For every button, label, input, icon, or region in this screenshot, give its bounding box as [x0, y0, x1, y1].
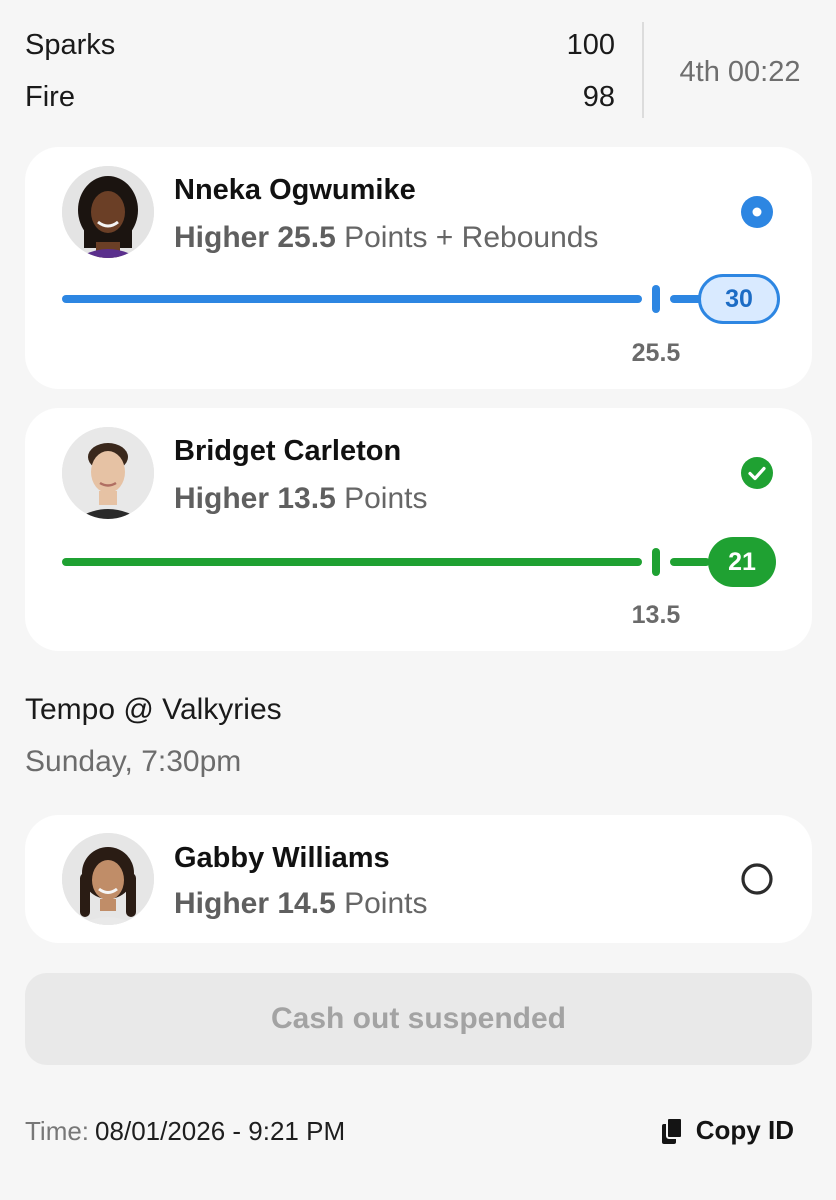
current-stat-bubble: 30	[698, 274, 780, 324]
team-name: Fire	[25, 80, 75, 113]
pick-line-value: 14.5	[277, 887, 336, 920]
pick-line-value: 13.5	[277, 482, 336, 515]
pick-card[interactable]: Nneka Ogwumike Higher 25.5 Points + Rebo…	[25, 147, 812, 389]
pick-line: Higher 25.5 Points + Rebounds	[174, 220, 598, 256]
pick-stat: Points	[344, 482, 428, 515]
time-label: Time:	[25, 1116, 90, 1146]
player-name: Bridget Carleton	[174, 435, 402, 467]
bet-timestamp: Time: 08/01/2026 - 9:21 PM	[25, 1116, 345, 1147]
scoreboard: Sparks 100 Fire 98 4th 00:22	[0, 0, 836, 130]
pick-direction: Higher	[174, 221, 270, 254]
line-marker	[652, 548, 660, 576]
radio-filled-icon	[740, 195, 774, 229]
check-circle-icon	[740, 456, 774, 490]
game-matchup: Tempo @ Valkyries	[25, 693, 282, 726]
line-label: 13.5	[631, 601, 681, 629]
player-avatar	[62, 833, 154, 925]
radio-empty-icon	[740, 862, 774, 896]
team-score: 100	[566, 28, 615, 61]
player-name: Gabby Williams	[174, 842, 390, 874]
team-row: Fire 98	[25, 77, 615, 117]
progress-track	[62, 558, 642, 566]
pick-direction: Higher	[174, 482, 270, 515]
time-value: 08/01/2026 - 9:21 PM	[95, 1116, 346, 1146]
pick-stat: Points	[344, 887, 428, 920]
pick-line: Higher 14.5 Points	[174, 886, 427, 922]
divider	[642, 22, 644, 118]
progress-track-tail	[670, 558, 710, 566]
game-time: Sunday, 7:30pm	[25, 745, 242, 778]
bet-detail-screen: Sparks 100 Fire 98 4th 00:22 Nneka Ogwum…	[0, 0, 836, 1200]
copy-id-label: Copy ID	[695, 1115, 794, 1145]
line-marker	[652, 285, 660, 313]
team-name: Sparks	[25, 28, 116, 61]
copy-icon	[661, 1116, 684, 1144]
pick-stat: Points + Rebounds	[344, 221, 599, 254]
current-stat-bubble: 21	[708, 537, 776, 587]
cash-out-button[interactable]: Cash out suspended	[25, 973, 812, 1065]
pick-card[interactable]: Bridget Carleton Higher 13.5 Points 21 1…	[25, 408, 812, 651]
pick-direction: Higher	[174, 887, 270, 920]
player-avatar	[62, 166, 154, 258]
progress-track	[62, 295, 642, 303]
pick-line-value: 25.5	[277, 221, 336, 254]
team-row: Sparks 100	[25, 25, 615, 65]
team-score: 98	[582, 80, 615, 113]
game-clock: 4th 00:22	[679, 56, 801, 88]
pick-card[interactable]: Gabby Williams Higher 14.5 Points	[25, 815, 812, 943]
pick-line: Higher 13.5 Points	[174, 481, 427, 517]
player-avatar	[62, 427, 154, 519]
line-label: 25.5	[631, 339, 681, 367]
player-name: Nneka Ogwumike	[174, 174, 416, 206]
copy-id-button[interactable]: Copy ID	[661, 1115, 794, 1146]
